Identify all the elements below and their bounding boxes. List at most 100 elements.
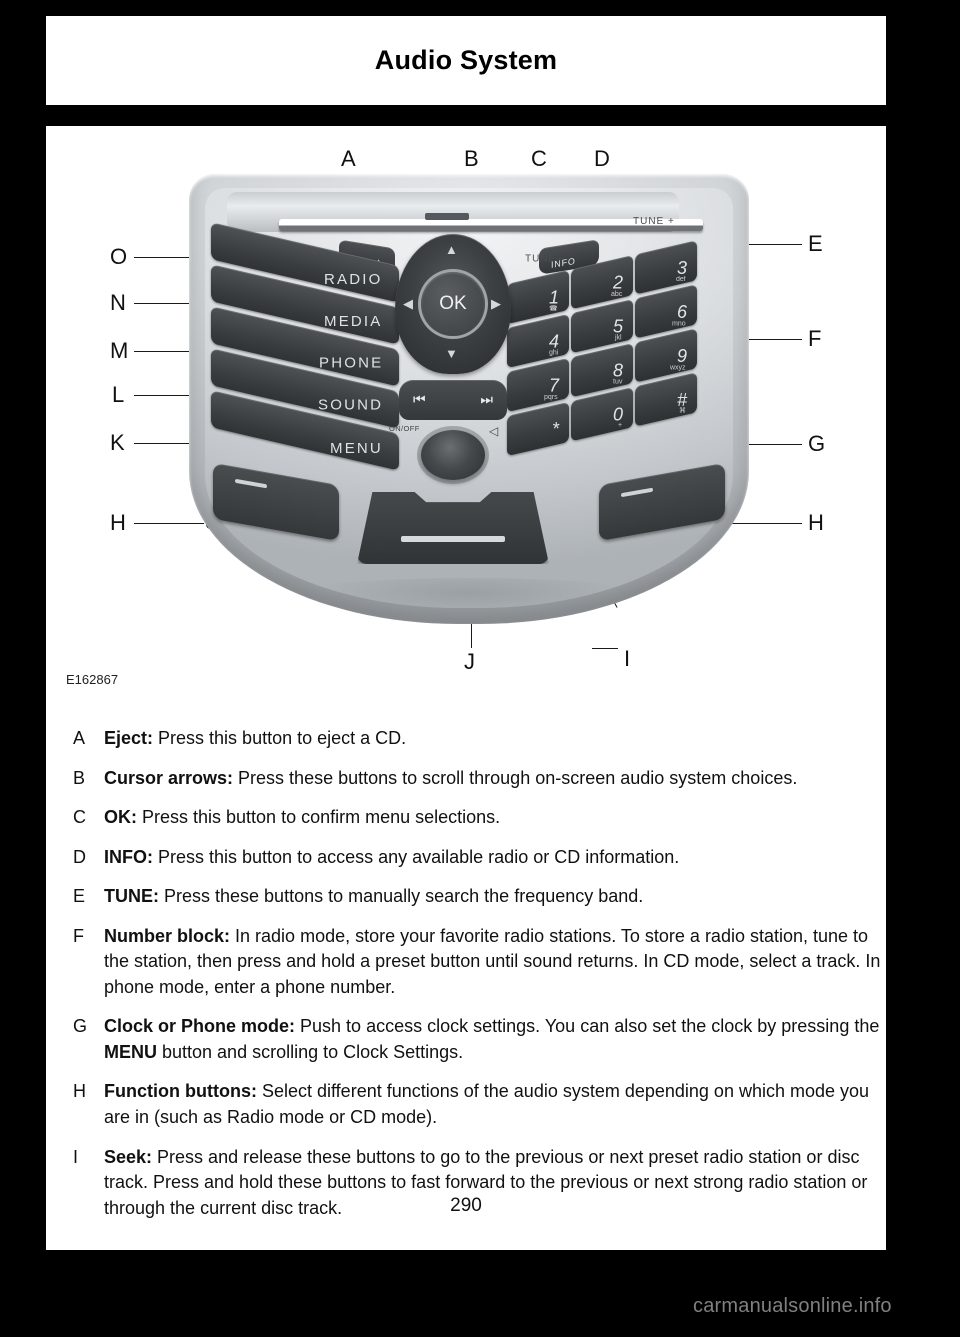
description-term-a: Eject: [104,728,154,748]
keypad-digit-9: 9 [676,345,687,366]
description-body-g-part1: Push to access clock settings. You can a… [295,1016,880,1037]
left-key-column: RADIO MEDIA PHONE SOUND MENU [211,222,399,480]
seek-previous-icon[interactable]: ⏮ [413,391,426,408]
callout-label-i: I [624,646,631,671]
description-letter-e: E [73,886,86,907]
arrow-right-icon[interactable]: ▶ [491,296,501,312]
arrow-up-icon[interactable]: ▲ [445,242,458,257]
on-off-label: ON/OFF [389,424,420,433]
tune-plus-label: TUNE + [633,216,675,228]
description-row-a: A Eject: Press this button to eject a CD… [46,726,886,752]
description-inline-bold-g: MENU [104,1041,157,1062]
page-header: Audio System [46,16,886,105]
keypad-sub-4: ghi [548,349,558,357]
callout-label-n: N [110,290,126,315]
cursor-arrows-pad[interactable]: ▲ ▼ ◀ ▶ OK [395,234,511,374]
description-letter-d: D [73,846,86,867]
description-text-b: Cursor arrows: Press these buttons to sc… [104,766,886,792]
description-body-a: Press this button to eject a CD. [153,728,407,748]
audio-head-unit: ▲ INFO RADIO MEDIA PHONE SOUND MENU TUNE… [189,174,749,628]
keypad-sub-3: def [676,275,686,283]
description-term-c: OK: [104,807,137,828]
description-text-d: INFO: Press this button to access any av… [104,845,886,871]
description-text-c: OK: Press this button to confirm menu se… [104,805,886,831]
description-row-h: H Function buttons: Select different fun… [46,1079,886,1130]
radio-button-label: RADIO [324,271,383,289]
audio-system-figure: A B C D O N M L K H E F G H J I INFO RAD… [46,126,886,716]
center-control-cluster: ▲ ▼ ◀ ▶ OK ⏮ ⏭ ON/OFF ◁ [389,234,511,484]
ok-button[interactable]: OK [421,272,485,336]
keypad-sub-hash: ⌘ [679,407,686,415]
callout-label-d: D [594,146,610,171]
manual-page: Audio System A B C D O N M L K H E F G H… [46,0,886,1307]
description-text-e: TUNE: Press these buttons to manually se… [104,884,886,910]
cd-slot-notch [425,213,469,220]
description-term-g: Clock or Phone mode: [104,1016,296,1037]
tune-minus-label: TUNE– [525,253,563,265]
description-body-g-part2: button and scrolling to Clock Settings. [157,1041,464,1062]
keypad-digit-star: * [551,418,559,439]
page-title: Audio System [374,45,558,75]
callout-label-h-right: H [808,510,824,535]
keypad-sub-5: jkl [615,334,622,342]
description-row-b: B Cursor arrows: Press these buttons to … [46,766,886,792]
callout-label-c: C [531,146,547,171]
description-term-e: TUNE: [104,886,159,907]
keypad-sub-2: abc [610,290,622,298]
function-button-right-marker [621,487,653,498]
callout-description-list: A Eject: Press this button to eject a CD… [46,726,886,1235]
description-term-h: Function buttons: [104,1081,257,1102]
keypad-sub-0: + [617,422,622,430]
callout-label-a: A [341,146,356,171]
number-block: TUNE– TUNE + 1 ☎ 2 abc 3 def 4 ghi 5 jkl 6 mno… [507,216,699,481]
description-term-b: Cursor arrows: [104,767,234,788]
callout-label-g: G [808,431,826,456]
description-row-c: C OK: Press this button to confirm menu … [46,805,886,831]
callout-label-j: J [464,649,475,674]
seek-next-icon[interactable]: ⏭ [480,391,493,408]
description-text-a: Eject: Press this button to eject a CD. [104,726,886,752]
callout-label-e: E [808,231,823,256]
seek-buttons[interactable]: ⏮ ⏭ [399,380,507,420]
phone-button-label: PHONE [318,354,383,372]
description-text-f: Number block: In radio mode, store your … [104,924,886,1001]
media-button-label: MEDIA [324,313,383,331]
menu-button-label: MENU [330,439,383,457]
cd-slot-housing [227,192,703,232]
description-letter-c: C [73,807,86,828]
description-row-e: E TUNE: Press these buttons to manually … [46,884,886,910]
description-term-d: INFO: [104,846,153,867]
description-letter-f: F [73,925,84,946]
description-letter-h: H [73,1081,86,1102]
description-row-d: D INFO: Press this button to access any … [46,845,886,871]
description-term-i: Seek: [104,1146,153,1167]
callout-label-o: O [110,244,128,269]
callout-label-m: M [110,338,129,363]
page-body: A B C D O N M L K H E F G H J I INFO RAD… [46,126,886,1250]
description-body-b: Press these buttons to scroll through on… [233,767,798,788]
keypad-sub-8: tuv [612,378,622,386]
arrow-left-icon[interactable]: ◀ [403,296,413,312]
description-letter-a: A [73,728,86,748]
description-term-f: Number block: [104,925,231,946]
site-watermark: carmanualsonline.info [693,1295,892,1317]
description-body-c: Press this button to confirm menu select… [137,807,501,828]
sound-button-label: SOUND [317,396,383,414]
display-panel-marker [401,536,505,542]
arrow-down-icon[interactable]: ▼ [445,346,458,361]
figure-reference-code: E162867 [66,672,119,687]
volume-power-knob[interactable] [421,430,485,480]
volume-icon: ◁ [489,424,499,438]
unit-base-shadow [249,578,689,628]
page-number: 290 [450,1195,482,1216]
ok-button-label: OK [439,293,467,314]
description-body-e: Press these buttons to manually search t… [159,886,644,907]
callout-label-k: K [110,430,125,455]
display-panel-button[interactable] [357,492,549,564]
keypad-sub-1: ☎ [549,305,558,313]
keypad-sub-6: mno [672,320,686,328]
callout-label-b: B [464,146,479,171]
description-row-g: G Clock or Phone mode: Push to access cl… [46,1014,886,1065]
callout-label-f: F [808,326,822,351]
description-row-f: F Number block: In radio mode, store you… [46,924,886,1001]
